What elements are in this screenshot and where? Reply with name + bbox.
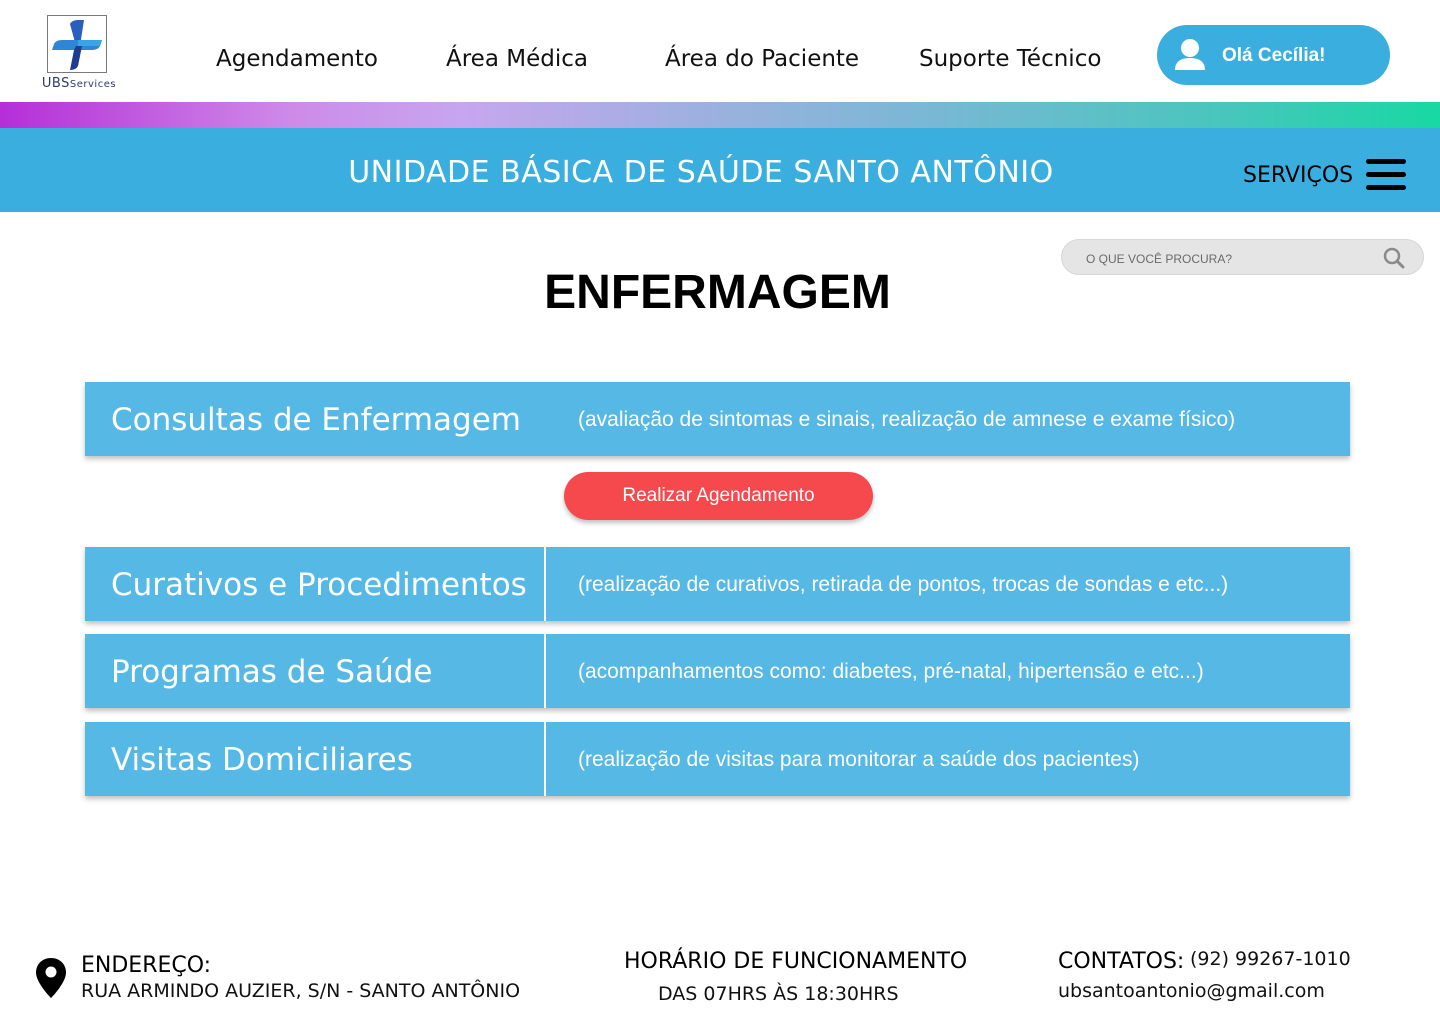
service-name: Consultas de Enfermagem <box>111 402 521 438</box>
unit-title: UNIDADE BÁSICA DE SAÚDE SANTO ANTÔNIO <box>348 155 1054 190</box>
row-divider <box>544 634 546 708</box>
contacts-label: CONTATOS: <box>1058 949 1185 974</box>
nav-agendamento[interactable]: Agendamento <box>216 46 378 72</box>
service-description: (avaliação de sintomas e sinais, realiza… <box>578 408 1236 431</box>
hours-text: DAS 07HRS ÀS 18:30HRS <box>658 983 899 1005</box>
nav-suporte-tecnico[interactable]: Suporte Técnico <box>919 46 1101 72</box>
service-row-curativos[interactable]: Curativos e Procedimentos (realização de… <box>85 547 1350 621</box>
user-icon <box>1173 38 1207 75</box>
logo-wordmark: UBSServices <box>41 76 117 91</box>
nav-area-paciente[interactable]: Área do Paciente <box>665 46 859 72</box>
services-menu-label[interactable]: SERVIÇOS <box>1243 163 1353 188</box>
hours-label: HORÁRIO DE FUNCIONAMENTO <box>624 949 968 974</box>
service-description: (acompanhamentos como: diabetes, pré-nat… <box>578 660 1204 683</box>
service-name: Visitas Domiciliares <box>111 742 413 778</box>
location-pin-icon <box>34 956 68 1005</box>
email-link[interactable]: ubsantoantonio@gmail.com <box>1058 980 1325 1002</box>
logo-cross-icon <box>47 15 107 73</box>
gradient-divider <box>0 102 1440 128</box>
user-account-button[interactable]: Olá Cecília! <box>1157 25 1390 85</box>
phone-number[interactable]: (92) 99267-1010 <box>1190 948 1351 970</box>
service-row-visitas[interactable]: Visitas Domiciliares (realização de visi… <box>85 722 1350 796</box>
row-divider <box>544 722 546 796</box>
service-row-programas[interactable]: Programas de Saúde (acompanhamentos como… <box>85 634 1350 708</box>
address-label: ENDEREÇO: <box>81 953 212 978</box>
service-name: Curativos e Procedimentos <box>111 567 527 603</box>
page-title: ENFERMAGEM <box>544 266 891 319</box>
address-text: RUA ARMINDO AUZIER, S/N - SANTO ANTÔNIO <box>81 980 521 1002</box>
ubs-logo[interactable]: UBSServices <box>36 15 122 95</box>
hamburger-menu-icon[interactable] <box>1366 159 1406 191</box>
service-description: (realização de visitas para monitorar a … <box>578 748 1140 771</box>
user-greeting: Olá Cecília! <box>1222 45 1326 66</box>
service-row-consultas[interactable]: Consultas de Enfermagem (avaliação de si… <box>85 382 1350 456</box>
nav-area-medica[interactable]: Área Médica <box>446 46 588 72</box>
service-name: Programas de Saúde <box>111 654 433 690</box>
schedule-button[interactable]: Realizar Agendamento <box>564 472 873 520</box>
row-divider <box>544 547 546 621</box>
service-description: (realização de curativos, retirada de po… <box>578 573 1229 596</box>
